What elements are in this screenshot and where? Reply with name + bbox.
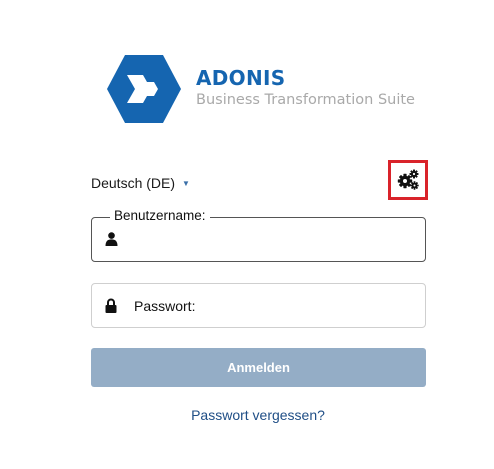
brand-name: ADONIS bbox=[196, 66, 286, 90]
password-label: Passwort: bbox=[134, 298, 196, 314]
language-selector[interactable]: Deutsch (DE) ▼ bbox=[91, 175, 190, 191]
login-button[interactable]: Anmelden bbox=[91, 348, 426, 387]
gears-icon bbox=[397, 169, 419, 190]
adonis-logo bbox=[107, 55, 181, 128]
forgot-password-link[interactable]: Passwort vergessen? bbox=[0, 407, 494, 423]
username-label: Benutzername: bbox=[110, 208, 210, 223]
caret-down-icon: ▼ bbox=[182, 178, 190, 188]
password-field[interactable]: Passwort: bbox=[91, 283, 426, 328]
lock-icon bbox=[105, 298, 117, 318]
username-input[interactable] bbox=[132, 226, 416, 256]
language-selected: Deutsch (DE) bbox=[91, 175, 176, 191]
brand-tagline: Business Transformation Suite bbox=[196, 92, 415, 108]
settings-button[interactable] bbox=[388, 160, 428, 200]
username-field[interactable]: Benutzername: bbox=[91, 208, 426, 262]
user-icon bbox=[105, 232, 118, 251]
